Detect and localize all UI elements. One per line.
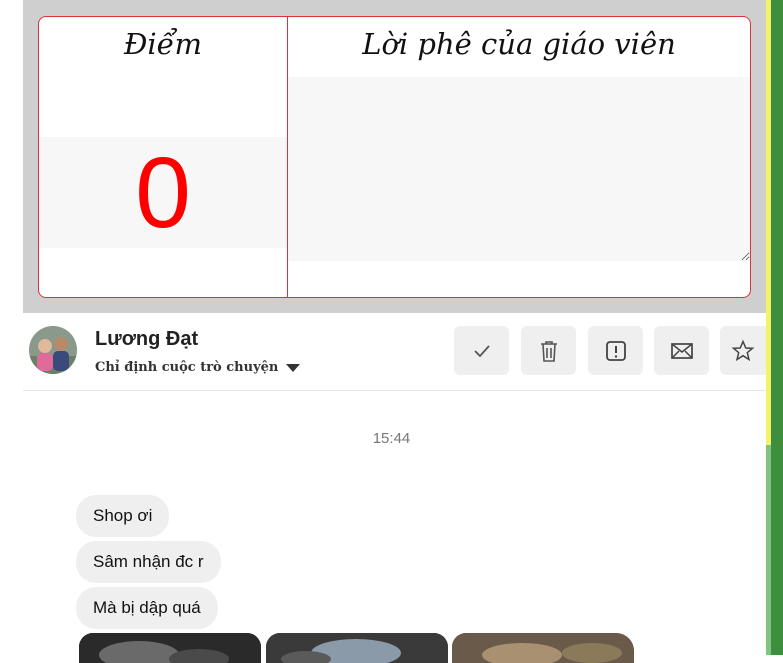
message-timestamp: 15:44 bbox=[372, 430, 411, 447]
report-icon bbox=[605, 340, 626, 361]
score-column: Điểm 0 bbox=[39, 17, 288, 297]
caret-down-icon bbox=[286, 363, 301, 372]
star-button[interactable] bbox=[720, 326, 766, 375]
message-bubble[interactable]: Mà bị dập quá bbox=[76, 587, 218, 629]
message-bubble[interactable]: Shop ơi bbox=[76, 495, 170, 537]
star-icon bbox=[731, 339, 755, 361]
avatar[interactable] bbox=[29, 326, 77, 374]
left-margin bbox=[0, 0, 23, 655]
comment-label: Lời phê của giáo viên bbox=[362, 27, 676, 61]
message-photo[interactable] bbox=[266, 633, 448, 663]
photo-thumbnail bbox=[266, 633, 448, 663]
mail-icon bbox=[670, 342, 693, 359]
score-box[interactable]: 0 bbox=[39, 137, 287, 248]
side-bar bbox=[771, 0, 783, 655]
message-photo[interactable] bbox=[452, 633, 634, 663]
message-photo[interactable] bbox=[79, 633, 261, 663]
comment-textarea[interactable] bbox=[288, 77, 750, 261]
grade-card: Điểm 0 Lời phê của giáo viên bbox=[38, 16, 751, 298]
score-value: 0 bbox=[135, 136, 191, 249]
assign-conversation-dropdown[interactable]: Chỉ định cuộc trò chuyện bbox=[95, 360, 301, 375]
grading-panel: Điểm 0 Lời phê của giáo viên bbox=[23, 0, 768, 313]
report-button[interactable] bbox=[588, 326, 643, 375]
avatar-photo bbox=[29, 326, 77, 374]
photo-thumbnail bbox=[79, 633, 261, 663]
photo-thumbnail bbox=[452, 633, 634, 663]
score-label: Điểm bbox=[123, 27, 203, 61]
assign-label: Chỉ định cuộc trò chuyện bbox=[95, 360, 279, 375]
mark-done-button[interactable] bbox=[454, 326, 509, 375]
message-bubble[interactable]: Sâm nhận đc r bbox=[76, 541, 221, 583]
comment-column: Lời phê của giáo viên bbox=[288, 17, 750, 297]
delete-button[interactable] bbox=[521, 326, 576, 375]
user-name[interactable]: Lương Đạt bbox=[95, 328, 198, 351]
check-icon bbox=[473, 344, 490, 357]
email-button[interactable] bbox=[654, 326, 709, 375]
chat-header: Lương Đạt Chỉ định cuộc trò chuyện bbox=[23, 318, 766, 391]
trash-icon bbox=[540, 340, 557, 362]
